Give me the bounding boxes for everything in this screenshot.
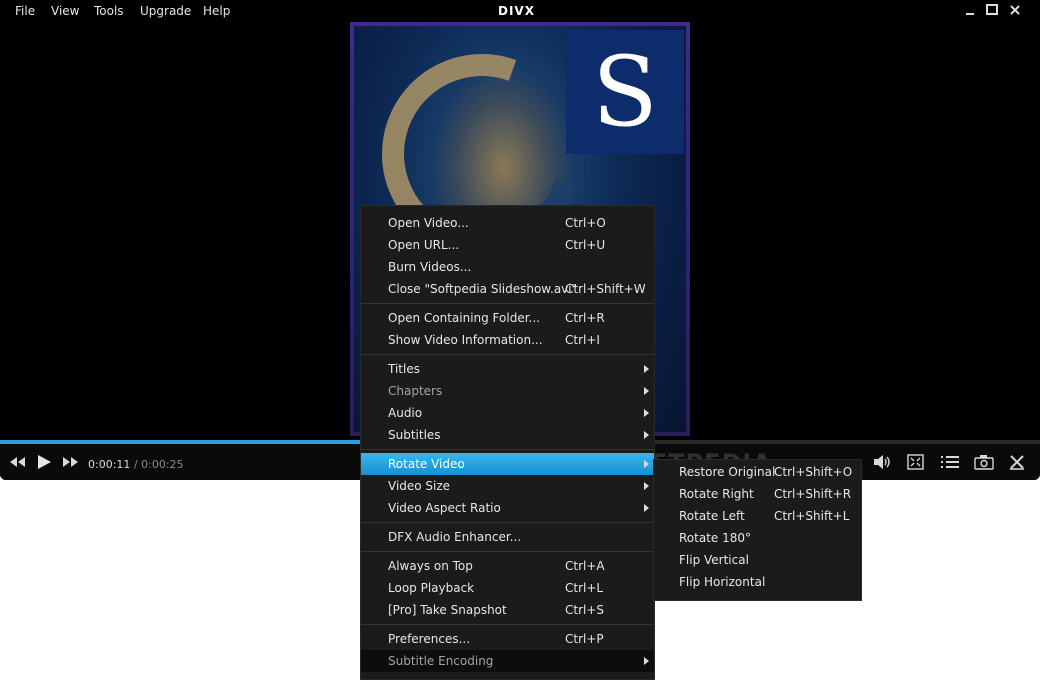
divx-logo: DIVX [498, 4, 535, 18]
menu-close-file[interactable]: Close "Softpedia Slideshow.avi" Ctrl+Shif… [361, 278, 654, 300]
cast-icon[interactable] [1008, 454, 1028, 470]
submenu-rotate-right[interactable]: Rotate Right Ctrl+Shift+R [654, 483, 861, 505]
rotate-video-submenu: Restore Original Ctrl+Shift+O Rotate Righ… [653, 459, 862, 601]
menu-rotate-video[interactable]: Rotate Video [361, 453, 654, 475]
menu-open-video[interactable]: Open Video... Ctrl+O [361, 212, 654, 234]
menu-separator [361, 354, 654, 355]
submenu-flip-horizontal[interactable]: Flip Horizontal [654, 571, 861, 593]
menu-always-on-top[interactable]: Always on Top Ctrl+A [361, 555, 654, 577]
menu-audio[interactable]: Audio [361, 402, 654, 424]
fullscreen-icon[interactable] [906, 454, 926, 470]
menu-titles[interactable]: Titles [361, 358, 654, 380]
play-icon[interactable] [34, 454, 54, 470]
menu-subtitles[interactable]: Subtitles [361, 424, 654, 446]
submenu-rotate-left[interactable]: Rotate Left Ctrl+Shift+L [654, 505, 861, 527]
menu-take-snapshot[interactable]: [Pro] Take Snapshot Ctrl+S [361, 599, 654, 621]
submenu-arrow-icon [644, 365, 649, 373]
menu-subtitle-encoding[interactable]: Subtitle Encoding [361, 650, 654, 672]
time-separator: / [133, 458, 138, 471]
current-time: 0:00:11 [88, 458, 131, 471]
menu-help[interactable]: Help [203, 4, 230, 18]
menu-separator [361, 522, 654, 523]
time-display: 0:00:11 / 0:00:25 [88, 458, 184, 471]
submenu-restore-original[interactable]: Restore Original Ctrl+Shift+O [654, 461, 861, 483]
menu-open-url[interactable]: Open URL... Ctrl+U [361, 234, 654, 256]
playlist-icon[interactable] [940, 454, 960, 470]
menu-burn-videos[interactable]: Burn Videos... [361, 256, 654, 278]
menu-loop-playback[interactable]: Loop Playback Ctrl+L [361, 577, 654, 599]
total-time: 0:00:25 [141, 458, 184, 471]
menu-dfx-audio-enhancer[interactable]: DFX Audio Enhancer... [361, 526, 654, 548]
menu-tools[interactable]: Tools [94, 4, 124, 18]
fast-forward-icon[interactable] [60, 454, 80, 470]
camera-icon[interactable] [974, 454, 994, 470]
menu-file[interactable]: File [15, 4, 35, 18]
submenu-arrow-icon [644, 409, 649, 417]
submenu-arrow-icon [644, 460, 649, 468]
menu-separator [361, 449, 654, 450]
menu-separator [361, 551, 654, 552]
submenu-arrow-icon [644, 387, 649, 395]
submenu-flip-vertical[interactable]: Flip Vertical [654, 549, 861, 571]
close-icon[interactable] [1007, 2, 1023, 18]
menu-show-video-information[interactable]: Show Video Information... Ctrl+I [361, 329, 654, 351]
menu-separator [361, 624, 654, 625]
submenu-arrow-icon [644, 657, 649, 665]
volume-icon[interactable] [872, 454, 892, 470]
submenu-arrow-icon [644, 504, 649, 512]
softpedia-s-logo: S [566, 30, 684, 154]
minimize-icon[interactable] [962, 2, 978, 18]
menu-view[interactable]: View [51, 4, 79, 18]
rewind-icon[interactable] [8, 454, 28, 470]
menu-bar: File View Tools Upgrade Help DIVX [0, 0, 1040, 22]
menu-chapters[interactable]: Chapters [361, 380, 654, 402]
submenu-rotate-180[interactable]: Rotate 180° [654, 527, 861, 549]
context-menu: Open Video... Ctrl+O Open URL... Ctrl+U Bu… [360, 205, 655, 680]
menu-video-size[interactable]: Video Size [361, 475, 654, 497]
maximize-icon[interactable] [984, 2, 1000, 18]
menu-video-aspect-ratio[interactable]: Video Aspect Ratio [361, 497, 654, 519]
submenu-arrow-icon [644, 482, 649, 490]
menu-preferences[interactable]: Preferences... Ctrl+P [361, 628, 654, 650]
submenu-arrow-icon [644, 431, 649, 439]
menu-separator [361, 303, 654, 304]
menu-upgrade[interactable]: Upgrade [140, 4, 191, 18]
menu-open-containing-folder[interactable]: Open Containing Folder... Ctrl+R [361, 307, 654, 329]
